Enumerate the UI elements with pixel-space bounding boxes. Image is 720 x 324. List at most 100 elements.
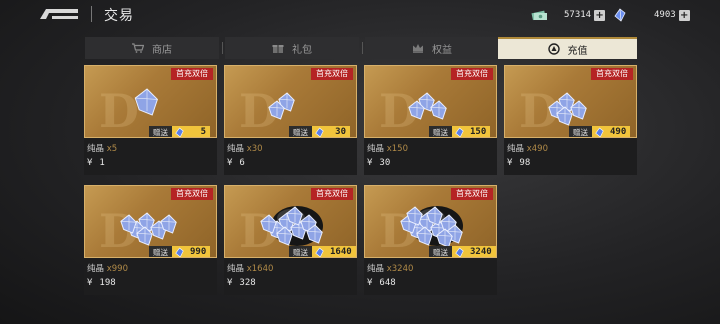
- title-divider: [91, 6, 92, 22]
- price-value: 648: [379, 278, 396, 288]
- bonus-label: 赠送: [149, 246, 172, 257]
- coin-counter: 57314 +: [530, 8, 606, 22]
- currency-symbol: ¥: [227, 158, 233, 168]
- first-recharge-badge: 首充双倍: [451, 188, 493, 200]
- crystal-icon: [452, 246, 466, 257]
- product-quantity: x990: [106, 264, 128, 274]
- tab-recharge-label: 充值: [567, 45, 588, 57]
- bonus-tag: 赠送 3240: [429, 246, 496, 257]
- product-quantity: x490: [526, 144, 548, 154]
- product-art: D 首充双倍 赠送 30: [224, 65, 357, 138]
- product-card[interactable]: D 首充双倍 赠送 5 纯晶 x5 ¥1: [84, 65, 217, 175]
- product-name: 纯晶 x490: [507, 142, 548, 154]
- first-recharge-badge: 首充双倍: [311, 188, 353, 200]
- product-quantity: x30: [246, 144, 263, 154]
- add-crystal-button[interactable]: +: [678, 9, 690, 21]
- bonus-amount: 150: [466, 126, 491, 137]
- bonus-tag: 赠送 30: [289, 126, 350, 137]
- tab-recharge[interactable]: 充值: [498, 37, 637, 59]
- product-name: 纯晶 x990: [87, 262, 128, 274]
- product-card[interactable]: D 首充双倍 赠送 3240 纯晶 x3240 ¥648: [364, 185, 497, 295]
- tab-divider: [362, 42, 363, 54]
- tab-benefits[interactable]: 权益: [365, 37, 499, 59]
- bonus-tag: 赠送 1640: [289, 246, 356, 257]
- crystal-icon: [592, 126, 606, 137]
- crystal-icon: [312, 246, 326, 257]
- crystal-icon: [452, 126, 466, 137]
- product-card[interactable]: D 首充双倍 赠送 990 纯晶 x990 ¥198: [84, 185, 217, 295]
- top-bar: 交易 57314 + 4903 +: [0, 0, 720, 30]
- price-value: 1: [99, 158, 105, 168]
- product-quantity: x5: [106, 144, 118, 154]
- price-value: 198: [99, 278, 116, 288]
- bonus-amount: 990: [186, 246, 211, 257]
- product-name: 纯晶 x3240: [367, 262, 413, 274]
- product-quantity: x3240: [386, 264, 414, 274]
- bonus-amount: 30: [326, 126, 350, 137]
- bonus-label: 赠送: [429, 126, 452, 137]
- product-price: ¥198: [87, 278, 116, 288]
- tab-shop[interactable]: 商店: [85, 37, 219, 59]
- coin-value: 57314: [564, 10, 592, 20]
- bonus-tag: 赠送 5: [149, 126, 210, 137]
- product-name: 纯晶 x30: [227, 142, 263, 154]
- product-art: D 首充双倍 赠送 3240: [364, 185, 497, 258]
- bonus-tag: 赠送 990: [149, 246, 211, 257]
- first-recharge-badge: 首充双倍: [171, 68, 213, 80]
- product-price: ¥1: [87, 158, 105, 168]
- currency-symbol: ¥: [227, 278, 233, 288]
- first-recharge-badge: 首充双倍: [451, 68, 493, 80]
- product-price: ¥6: [227, 158, 245, 168]
- product-title: 纯晶: [227, 264, 245, 274]
- product-quantity: x1640: [246, 264, 274, 274]
- bonus-label: 赠送: [569, 126, 592, 137]
- currency-symbol: ¥: [367, 278, 373, 288]
- crystal-value: 4903: [654, 10, 676, 20]
- tab-gift-pack[interactable]: 礼包: [225, 37, 359, 59]
- product-name: 纯晶 x1640: [227, 262, 273, 274]
- crystal-icon: [172, 126, 186, 137]
- product-card[interactable]: D 首充双倍 赠送 1640 纯晶 x1640 ¥328: [224, 185, 357, 295]
- price-value: 30: [379, 158, 391, 168]
- crystal-icon: [172, 246, 186, 257]
- tab-shop-label: 商店: [152, 44, 172, 56]
- target-icon: [547, 43, 560, 55]
- product-name: 纯晶 x5: [87, 142, 117, 154]
- tab-benefits-label: 权益: [432, 44, 452, 56]
- product-title: 纯晶: [507, 144, 525, 154]
- add-coin-button[interactable]: +: [594, 9, 606, 21]
- bonus-label: 赠送: [289, 246, 312, 257]
- product-title: 纯晶: [87, 264, 105, 274]
- bonus-amount: 3240: [466, 246, 496, 257]
- currency-symbol: ¥: [507, 158, 513, 168]
- product-card[interactable]: D 首充双倍 赠送 150 纯晶 x150 ¥30: [364, 65, 497, 175]
- bonus-label: 赠送: [429, 246, 452, 257]
- product-card[interactable]: D 首充双倍 赠送 30 纯晶 x30 ¥6: [224, 65, 357, 175]
- first-recharge-badge: 首充双倍: [311, 68, 353, 80]
- product-card[interactable]: D 首充双倍 赠送 490 纯晶 x490 ¥98: [504, 65, 637, 175]
- cart-icon: [132, 43, 144, 53]
- product-price: ¥328: [227, 278, 256, 288]
- money-icon: [531, 10, 547, 21]
- bonus-amount: 1640: [326, 246, 356, 257]
- product-title: 纯晶: [367, 144, 385, 154]
- product-art: D 首充双倍 赠送 490: [504, 65, 637, 138]
- bonus-label: 赠送: [149, 126, 172, 137]
- price-value: 6: [239, 158, 245, 168]
- price-value: 98: [519, 158, 531, 168]
- page-title: 交易: [104, 8, 134, 24]
- crystal-icon: [312, 126, 326, 137]
- product-name: 纯晶 x150: [367, 142, 408, 154]
- crown-icon: [413, 44, 423, 53]
- tab-gift-pack-label: 礼包: [292, 44, 312, 56]
- product-art: D 首充双倍 赠送 990: [84, 185, 217, 258]
- currency-symbol: ¥: [367, 158, 373, 168]
- crystal-icon: [614, 8, 626, 22]
- back-icon[interactable]: [36, 6, 82, 22]
- price-value: 328: [239, 278, 256, 288]
- first-recharge-badge: 首充双倍: [171, 188, 213, 200]
- product-art: D 首充双倍 赠送 5: [84, 65, 217, 138]
- gift-box-icon: [272, 45, 284, 53]
- product-art: D 首充双倍 赠送 150: [364, 65, 497, 138]
- first-recharge-badge: 首充双倍: [591, 68, 633, 80]
